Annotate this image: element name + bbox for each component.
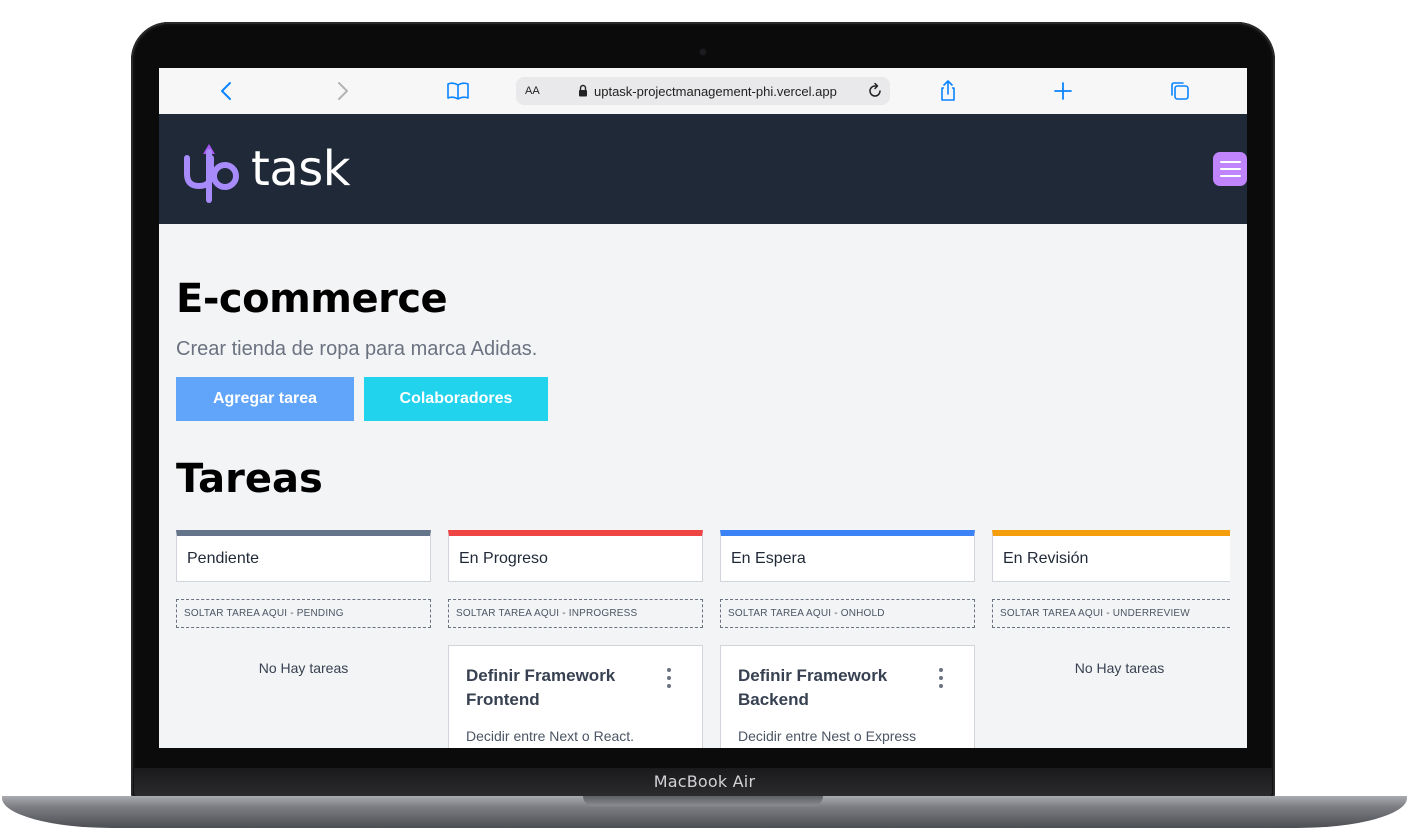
drop-zone-label: SOLTAR TAREA AQUI - UNDERREVIEW [1000,608,1190,619]
column-title: En Espera [731,550,806,567]
share-icon[interactable] [935,79,961,103]
project-description: Crear tienda de ropa para marca Adidas. [176,338,538,360]
empty-message: No Hay tareas [1074,660,1165,676]
task-card[interactable]: Definir Framework Frontend Decidir entre… [448,645,703,748]
column-title: Pendiente [187,550,260,567]
text-size-button[interactable]: AA [525,85,540,97]
drop-zone-label: SOLTAR TAREA AQUI - ONHOLD [728,608,885,619]
logo-text: task [251,141,351,197]
more-options-icon[interactable] [665,668,673,692]
task-card[interactable]: Definir Framework Backend Decidir entre … [720,645,975,748]
plus-icon[interactable] [1050,79,1076,103]
column-title: En Progreso [459,550,548,567]
column-on-hold: En Espera SOLTAR TAREA AQUI - ONHOLD Def… [720,530,975,748]
device-label: MacBook Air [653,772,756,791]
screen: AA uptask-projectmanagement-phi.vercel.a… [159,68,1247,748]
collaborators-button[interactable]: Colaboradores [364,377,548,421]
more-options-icon[interactable] [937,668,945,692]
column-pending: Pendiente SOLTAR TAREA AQUI - PENDING No… [176,530,431,676]
project-title: E-commerce [176,276,448,322]
drop-zone[interactable]: SOLTAR TAREA AQUI - INPROGRESS [448,599,703,628]
task-title: Definir Framework Frontend [466,666,616,709]
forward-icon[interactable] [329,79,355,103]
browser-toolbar: AA uptask-projectmanagement-phi.vercel.a… [159,68,1247,115]
reload-icon[interactable] [866,82,884,100]
task-description: Decidir entre Next o React. [466,728,635,744]
task-description: Decidir entre Nest o Express [738,728,917,744]
book-icon[interactable] [445,79,471,103]
task-title: Definir Framework Backend [738,666,888,709]
address-bar[interactable]: AA uptask-projectmanagement-phi.vercel.a… [516,77,890,105]
column-header: En Espera [720,530,975,582]
column-title: En Revisión [1003,550,1089,567]
empty-message: No Hay tareas [258,660,349,676]
column-in-progress: En Progreso SOLTAR TAREA AQUI - INPROGRE… [448,530,703,748]
add-task-button[interactable]: Agregar tarea [176,377,354,421]
url-text[interactable]: uptask-projectmanagement-phi.vercel.app [594,84,837,99]
column-header: En Revisión [992,530,1230,582]
uptask-logo[interactable]: task [181,140,361,204]
logo-mark-icon [184,144,239,203]
tabs-icon[interactable] [1167,79,1193,103]
column-header: En Progreso [448,530,703,582]
camera [699,48,707,56]
menu-button[interactable] [1213,152,1247,186]
laptop-notch [583,796,823,806]
app-header: task [159,114,1247,224]
drop-zone[interactable]: SOLTAR TAREA AQUI - ONHOLD [720,599,975,628]
back-icon[interactable] [214,79,240,103]
column-under-review: En Revisión SOLTAR TAREA AQUI - UNDERREV… [992,530,1230,676]
lock-icon [579,84,587,97]
column-header: Pendiente [176,530,431,582]
drop-zone-label: SOLTAR TAREA AQUI - INPROGRESS [456,608,638,619]
drop-zone-label: SOLTAR TAREA AQUI - PENDING [184,608,344,619]
tasks-heading: Tareas [176,456,323,502]
drop-zone[interactable]: SOLTAR TAREA AQUI - UNDERREVIEW [992,599,1230,628]
drop-zone[interactable]: SOLTAR TAREA AQUI - PENDING [176,599,431,628]
